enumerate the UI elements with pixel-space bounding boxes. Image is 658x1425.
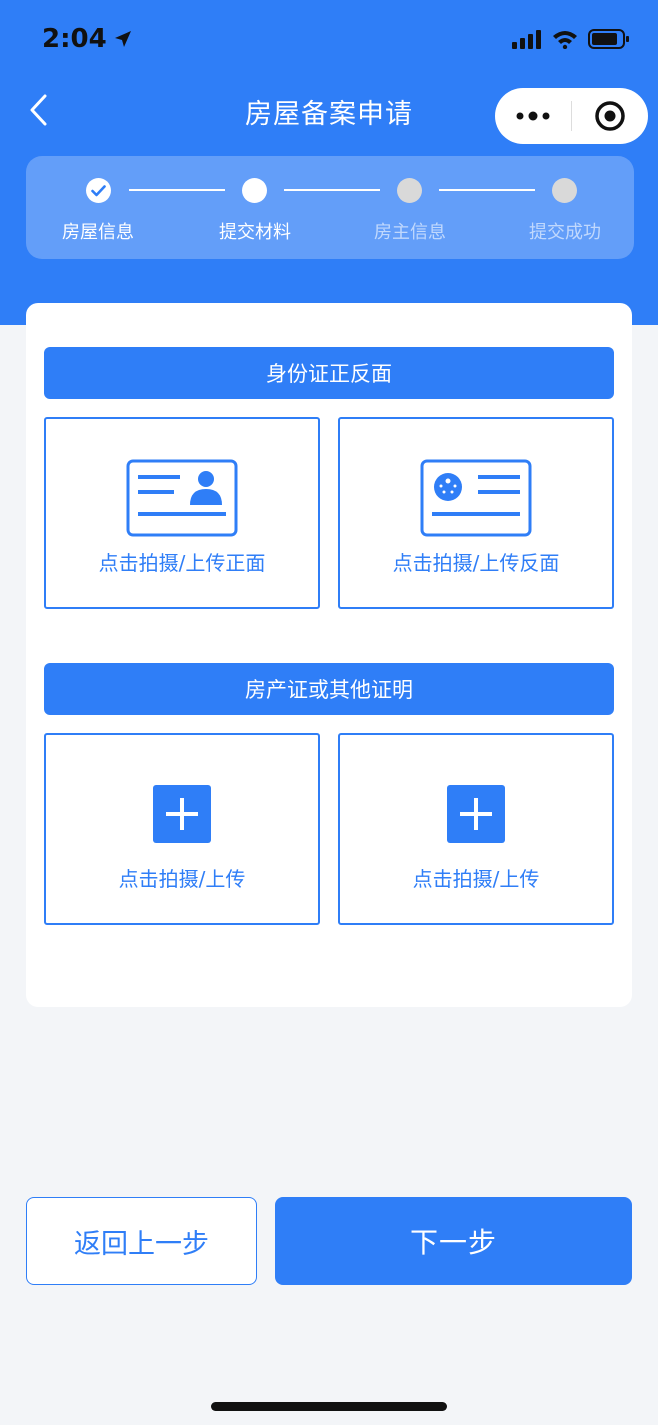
status-icons — [512, 28, 630, 50]
signal-icon — [512, 30, 541, 49]
more-dots-icon — [516, 111, 550, 121]
location-arrow-icon — [114, 31, 131, 47]
id-card-back-icon — [420, 459, 532, 537]
property-upload-1-label: 点击拍摄/上传 — [118, 867, 246, 891]
status-time: 2:04 — [42, 24, 133, 54]
close-mini-program-button[interactable] — [572, 88, 648, 144]
step-pending-dot — [397, 178, 422, 203]
id-front-upload-label: 点击拍摄/上传正面 — [98, 551, 266, 575]
materials-card: 身份证正反面 点击拍摄/上传正面 点击拍摄/上传反面 房产证或其他证明 点击拍摄… — [26, 303, 632, 1007]
step-connector — [439, 189, 535, 191]
progress-steps: 房屋信息 提交材料 房主信息 提交成功 — [26, 156, 634, 259]
property-upload-2-label: 点击拍摄/上传 — [412, 867, 540, 891]
step-connector — [129, 189, 225, 191]
step-pending-dot — [552, 178, 577, 203]
step-label-submit-materials: 提交材料 — [219, 222, 291, 243]
battery-icon — [588, 29, 629, 49]
property-upload-2[interactable]: 点击拍摄/上传 — [338, 733, 614, 925]
mini-program-capsule — [495, 88, 648, 144]
step-label-house-info: 房屋信息 — [62, 222, 134, 243]
id-front-upload[interactable]: 点击拍摄/上传正面 — [44, 417, 320, 609]
plus-icon — [153, 785, 211, 843]
id-card-front-icon — [126, 459, 238, 537]
id-card-section-title: 身份证正反面 — [44, 347, 614, 399]
step-active-dot — [242, 178, 267, 203]
step-done-dot — [86, 178, 111, 203]
previous-step-button[interactable]: 返回上一步 — [26, 1197, 257, 1285]
check-icon — [91, 184, 106, 196]
target-icon — [595, 101, 625, 131]
step-label-success: 提交成功 — [529, 222, 601, 243]
home-indicator — [211, 1402, 447, 1411]
step-connector — [284, 189, 380, 191]
plus-icon — [447, 785, 505, 843]
step-label-owner-info: 房主信息 — [374, 222, 446, 243]
next-step-button[interactable]: 下一步 — [275, 1197, 632, 1285]
id-back-upload[interactable]: 点击拍摄/上传反面 — [338, 417, 614, 609]
property-upload-1[interactable]: 点击拍摄/上传 — [44, 733, 320, 925]
more-button[interactable] — [495, 88, 571, 144]
wifi-icon — [553, 31, 577, 49]
id-back-upload-label: 点击拍摄/上传反面 — [392, 551, 560, 575]
property-section-title: 房产证或其他证明 — [44, 663, 614, 715]
